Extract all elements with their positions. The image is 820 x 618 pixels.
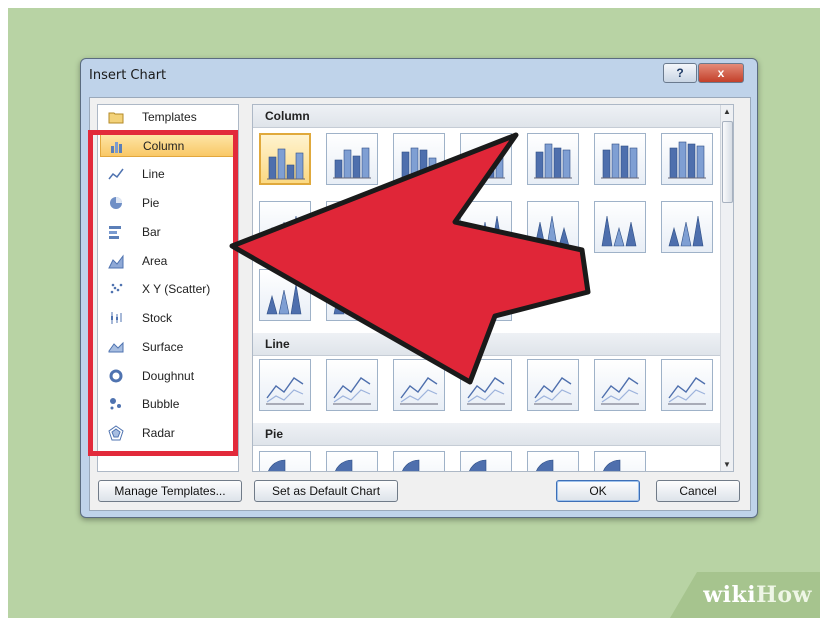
arrow-shape — [229, 132, 591, 385]
red-pointer-arrow-icon — [229, 132, 591, 385]
